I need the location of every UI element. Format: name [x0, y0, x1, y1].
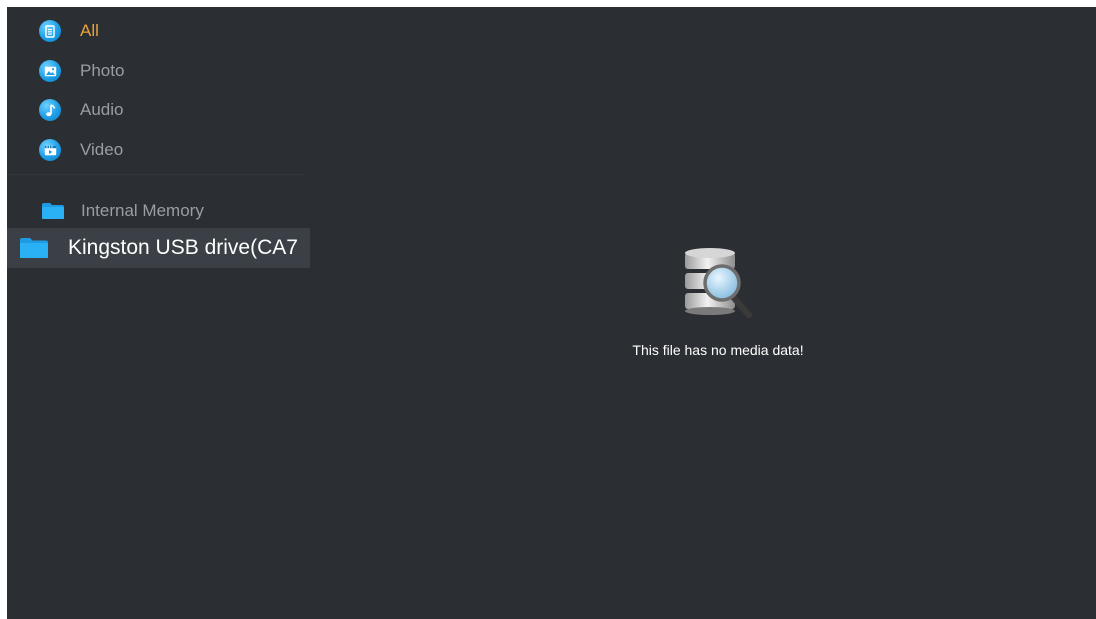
database-search-icon	[685, 248, 752, 318]
category-video-label: Video	[80, 140, 124, 159]
document-icon	[39, 20, 61, 42]
category-audio[interactable]: Audio	[39, 95, 123, 125]
media-browser-screen: All Photo Audio Video Internal Memory Ki…	[7, 7, 1096, 619]
storage-internal-memory[interactable]: Internal Memory	[41, 196, 204, 226]
music-note-icon	[39, 99, 61, 121]
photo-icon	[39, 60, 61, 82]
folder-icon	[42, 203, 64, 219]
storage-usb-label: Kingston USB drive(CA7	[68, 236, 298, 259]
video-icon	[39, 139, 61, 161]
folder-icon	[20, 238, 48, 258]
storage-usb-drive[interactable]: Kingston USB drive(CA7	[7, 228, 310, 268]
sidebar-divider	[7, 174, 303, 175]
category-all-label: All	[80, 21, 99, 40]
category-photo[interactable]: Photo	[39, 56, 124, 86]
storage-internal-label: Internal Memory	[81, 201, 204, 220]
sidebar: All Photo Audio Video Internal Memory Ki…	[7, 7, 317, 619]
category-audio-label: Audio	[80, 100, 124, 119]
category-video[interactable]: Video	[39, 135, 123, 165]
empty-state: This file has no media data!	[607, 245, 829, 358]
empty-state-message: This file has no media data!	[632, 342, 804, 358]
category-photo-label: Photo	[80, 61, 125, 80]
category-all[interactable]: All	[39, 16, 99, 46]
